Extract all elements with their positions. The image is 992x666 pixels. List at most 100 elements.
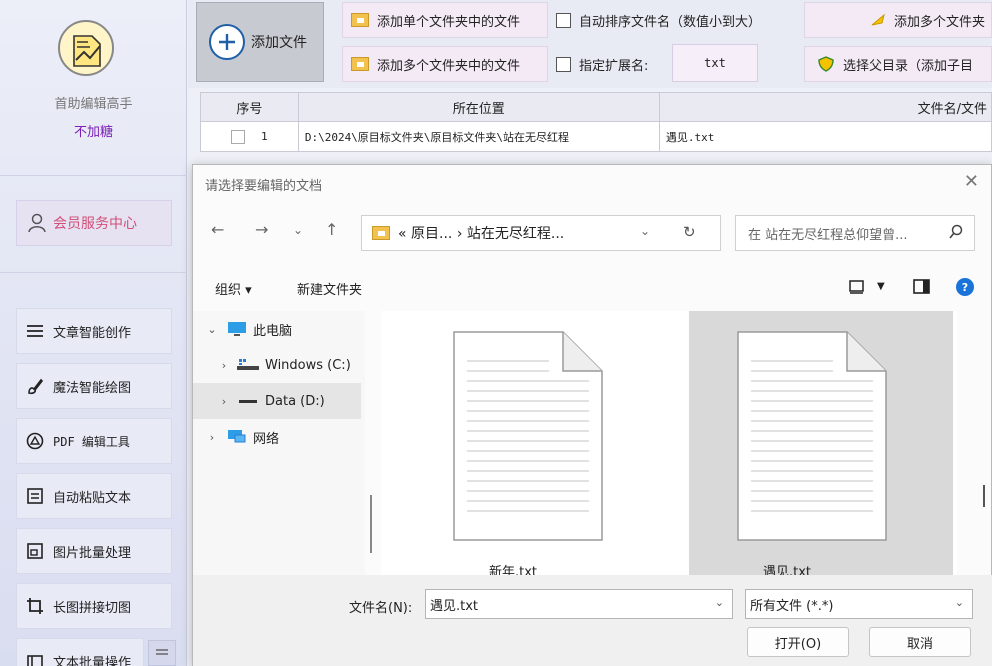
view-dropdown-icon[interactable]: ▼ bbox=[877, 281, 885, 292]
forward-arrow-icon[interactable]: → bbox=[255, 220, 268, 239]
chevron-right-icon[interactable]: › bbox=[205, 431, 219, 444]
menu-label: 魔法智能绘图 bbox=[53, 380, 132, 396]
chevron-right-icon[interactable]: › bbox=[217, 395, 231, 408]
preview-pane-icon[interactable] bbox=[913, 279, 931, 295]
chevron-down-icon[interactable]: ⌄ bbox=[715, 596, 724, 609]
divider bbox=[0, 175, 187, 176]
user-icon bbox=[28, 213, 46, 233]
add-multi-files-button[interactable]: 添加多个文件夹 bbox=[804, 2, 992, 38]
divider bbox=[0, 272, 187, 273]
address-text: « 原目... › 站在无尽红程... bbox=[398, 226, 565, 242]
add-file-label: 添加文件 bbox=[251, 35, 307, 51]
menu-label: PDF 编辑工具 bbox=[53, 434, 130, 449]
checkbox[interactable] bbox=[556, 56, 571, 72]
list-icon bbox=[25, 321, 45, 341]
file-item[interactable]: 新年.txt bbox=[381, 311, 645, 575]
cancel-button[interactable]: 取消 bbox=[869, 627, 971, 657]
menu-long-image[interactable]: 长图拼接切图 bbox=[16, 583, 172, 629]
open-file-dialog: 请选择要编辑的文档 ✕ ← → ⌄ ↑ « 原目... › 站在无尽红程... … bbox=[192, 164, 992, 666]
view-mode-icon[interactable] bbox=[849, 279, 865, 295]
files-scrollbar[interactable] bbox=[983, 485, 985, 507]
dialog-footer: 文件名(N): 遇见.txt ⌄ 所有文件 (*.*) ⌄ 打开(O) 取消 bbox=[193, 575, 992, 666]
back-arrow-icon[interactable]: ← bbox=[211, 220, 224, 239]
chevron-right-icon[interactable]: › bbox=[217, 359, 231, 372]
file-list: 新年.txt 遇见.txt bbox=[381, 311, 957, 575]
file-table: 序号 所在位置 文件名/文件 1 D:\2024\原目标文件夹\原目标文件夹\站… bbox=[200, 92, 992, 152]
tree-item-data-d[interactable]: › Data (D:) bbox=[193, 383, 361, 419]
col-path-header[interactable]: 所在位置 bbox=[299, 93, 660, 121]
chevron-down-icon[interactable]: ⌄ bbox=[205, 323, 219, 336]
tree-label: Windows (C:) bbox=[265, 357, 351, 373]
folder-tree: ⌄ 此电脑 › Windows (C:) › Data (D:) › 网络 bbox=[193, 311, 365, 575]
tree-label: 网络 bbox=[253, 431, 280, 447]
specify-ext-label: 指定扩展名: bbox=[579, 58, 649, 74]
menu-text-batch[interactable]: 文本批量操作 bbox=[16, 638, 144, 666]
menu-ai-drawing[interactable]: 魔法智能绘图 bbox=[16, 363, 172, 409]
tree-label: 此电脑 bbox=[253, 323, 293, 339]
navigation-bar: ← → ⌄ ↑ « 原目... › 站在无尽红程... ⌄ ↻ 在 站在无尽红程… bbox=[193, 205, 992, 261]
network-icon bbox=[228, 430, 246, 443]
address-bar[interactable]: « 原目... › 站在无尽红程... ⌄ bbox=[361, 215, 721, 251]
col-name-header[interactable]: 文件名/文件 bbox=[660, 93, 991, 121]
row-index-cell: 1 bbox=[201, 122, 299, 151]
extension-input[interactable]: txt bbox=[672, 44, 758, 82]
menu-article-creation[interactable]: 文章智能创作 bbox=[16, 308, 172, 354]
search-input[interactable]: 在 站在无尽红程总仰望曾... bbox=[735, 215, 975, 251]
chevron-down-icon[interactable]: ⌄ bbox=[293, 223, 303, 237]
dialog-title: 请选择要编辑的文档 bbox=[205, 179, 323, 194]
plus-icon bbox=[209, 24, 245, 60]
table-header: 序号 所在位置 文件名/文件 bbox=[200, 92, 992, 122]
menu-label: 文章智能创作 bbox=[53, 325, 132, 341]
choose-parent-button[interactable]: 选择父目录（添加子目 bbox=[804, 46, 992, 82]
help-icon[interactable]: ? bbox=[956, 278, 974, 296]
add-multi-folder-label: 添加多个文件夹中的文件 bbox=[377, 58, 521, 74]
organize-menu[interactable]: 组织 ▾ bbox=[215, 279, 252, 298]
menu-expand-button[interactable] bbox=[148, 640, 176, 666]
menu-image-batch[interactable]: 图片批量处理 bbox=[16, 528, 172, 574]
col-index-header[interactable]: 序号 bbox=[201, 93, 299, 121]
refresh-icon[interactable]: ↻ bbox=[683, 223, 696, 241]
menu-auto-paste[interactable]: 自动粘贴文本 bbox=[16, 473, 172, 519]
star-icon bbox=[871, 13, 885, 26]
filename-input[interactable]: 遇见.txt ⌄ bbox=[425, 589, 733, 619]
add-file-button[interactable]: 添加文件 bbox=[196, 2, 324, 82]
menu-label: 自动粘贴文本 bbox=[53, 490, 132, 506]
add-multi-files-label: 添加多个文件夹 bbox=[893, 14, 985, 30]
add-multi-folder-button[interactable]: 添加多个文件夹中的文件 bbox=[342, 46, 548, 82]
tree-item-this-pc[interactable]: ⌄ 此电脑 bbox=[193, 311, 361, 347]
drive-icon bbox=[239, 400, 257, 403]
file-name: 遇见.txt bbox=[762, 565, 812, 575]
add-single-folder-button[interactable]: 添加单个文件夹中的文件 bbox=[342, 2, 548, 38]
tree-item-windows-c[interactable]: › Windows (C:) bbox=[193, 347, 361, 383]
image-icon bbox=[25, 541, 45, 561]
chevron-down-icon[interactable]: ⌄ bbox=[640, 224, 650, 238]
file-item-selected[interactable]: 遇见.txt bbox=[689, 311, 953, 575]
menu-label: 图片批量处理 bbox=[53, 545, 132, 561]
open-button[interactable]: 打开(O) bbox=[747, 627, 849, 657]
drive-icon bbox=[237, 359, 259, 370]
menu-pdf-tools[interactable]: PDF 编辑工具 bbox=[16, 418, 172, 464]
search-placeholder: 在 站在无尽红程总仰望曾... bbox=[748, 227, 908, 243]
row-name-cell: 遇见.txt bbox=[665, 130, 715, 144]
brush-icon bbox=[25, 376, 45, 396]
table-row[interactable]: 1 D:\2024\原目标文件夹\原目标文件夹\站在无尽红程 遇见.txt bbox=[200, 122, 992, 152]
search-icon bbox=[949, 224, 963, 239]
close-icon[interactable]: ✕ bbox=[964, 171, 979, 192]
toolbar: 添加文件 添加单个文件夹中的文件 添加多个文件夹中的文件 自动排序文件名（数值小… bbox=[188, 0, 992, 88]
specify-ext-checkbox[interactable]: 指定扩展名: bbox=[556, 46, 648, 82]
row-checkbox[interactable] bbox=[231, 129, 245, 144]
folder-icon bbox=[372, 226, 390, 240]
tree-label: Data (D:) bbox=[265, 393, 325, 409]
up-arrow-icon[interactable]: ↑ bbox=[325, 220, 338, 239]
auto-sort-checkbox[interactable]: 自动排序文件名（数值小到大） bbox=[556, 2, 761, 38]
checkbox[interactable] bbox=[556, 12, 571, 28]
chevron-down-icon[interactable]: ⌄ bbox=[955, 596, 964, 609]
file-name: 新年.txt bbox=[488, 565, 538, 575]
new-folder-button[interactable]: 新建文件夹 bbox=[297, 279, 362, 298]
hamburger-icon bbox=[156, 649, 168, 655]
text-file-icon bbox=[453, 331, 603, 541]
member-center-button[interactable]: 会员服务中心 bbox=[16, 200, 172, 246]
tree-scrollbar[interactable] bbox=[370, 495, 372, 553]
tree-item-network[interactable]: › 网络 bbox=[193, 419, 361, 455]
filetype-select[interactable]: 所有文件 (*.*) ⌄ bbox=[745, 589, 973, 619]
